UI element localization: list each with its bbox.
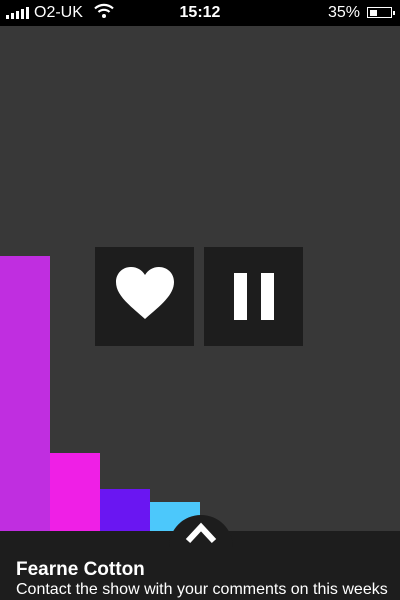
visualizer-bar — [0, 256, 50, 531]
pause-icon — [233, 273, 274, 320]
like-button[interactable] — [95, 247, 194, 346]
battery-percent: 35% — [327, 4, 360, 21]
player-area — [0, 26, 400, 531]
show-title: Fearne Cotton — [16, 559, 145, 580]
status-bar: O2-UK 15:12 35% — [0, 0, 400, 26]
show-description: Contact the show with your comments on t… — [16, 581, 388, 598]
heart-icon — [115, 267, 175, 326]
visualizer-bar — [100, 489, 150, 531]
visualizer-bar — [50, 453, 100, 531]
battery-icon — [367, 7, 395, 18]
pause-button[interactable] — [204, 247, 303, 346]
chevron-up-icon — [184, 522, 218, 549]
